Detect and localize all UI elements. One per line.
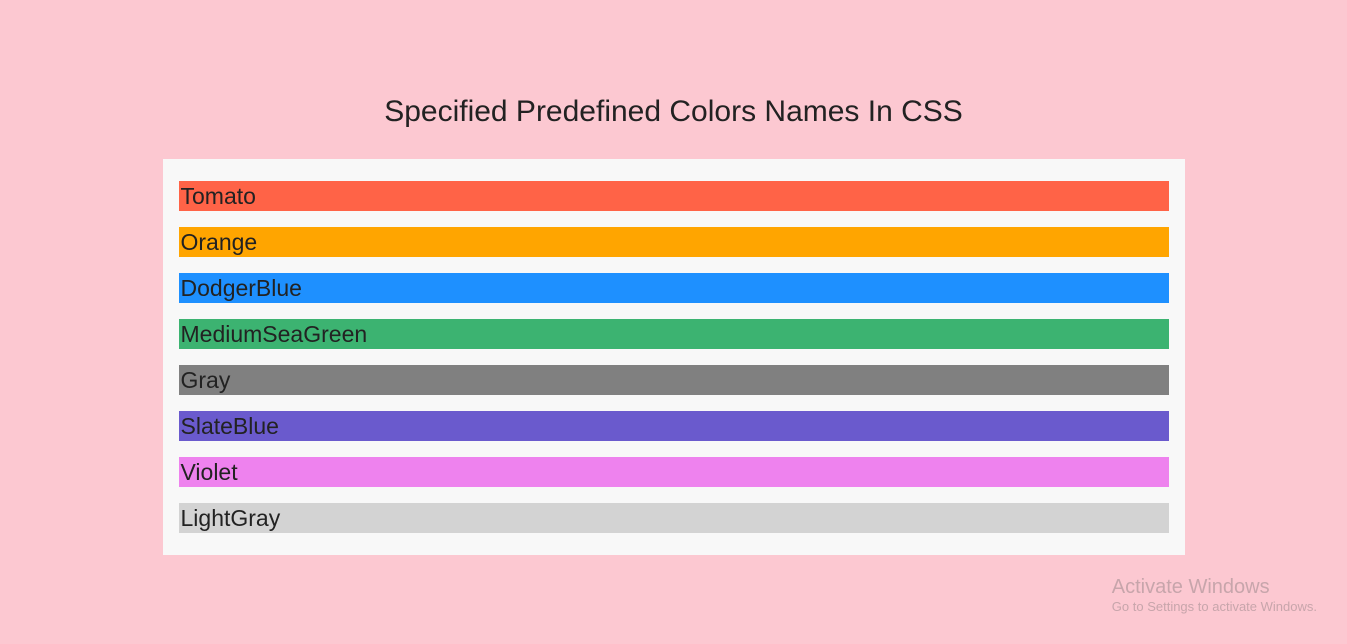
color-bar: DodgerBlue	[179, 273, 1169, 303]
page-title: Specified Predefined Colors Names In CSS	[0, 0, 1347, 159]
color-bar: Violet	[179, 457, 1169, 487]
color-bar: LightGray	[179, 503, 1169, 533]
color-list-container: Tomato Orange DodgerBlue MediumSeaGreen …	[163, 159, 1185, 555]
color-bar: Tomato	[179, 181, 1169, 211]
watermark-subtitle: Go to Settings to activate Windows.	[1112, 599, 1317, 614]
color-bar: Gray	[179, 365, 1169, 395]
watermark-title: Activate Windows	[1112, 576, 1317, 599]
color-bar: Orange	[179, 227, 1169, 257]
windows-activation-watermark: Activate Windows Go to Settings to activ…	[1112, 576, 1317, 614]
color-bar: SlateBlue	[179, 411, 1169, 441]
color-bar: MediumSeaGreen	[179, 319, 1169, 349]
